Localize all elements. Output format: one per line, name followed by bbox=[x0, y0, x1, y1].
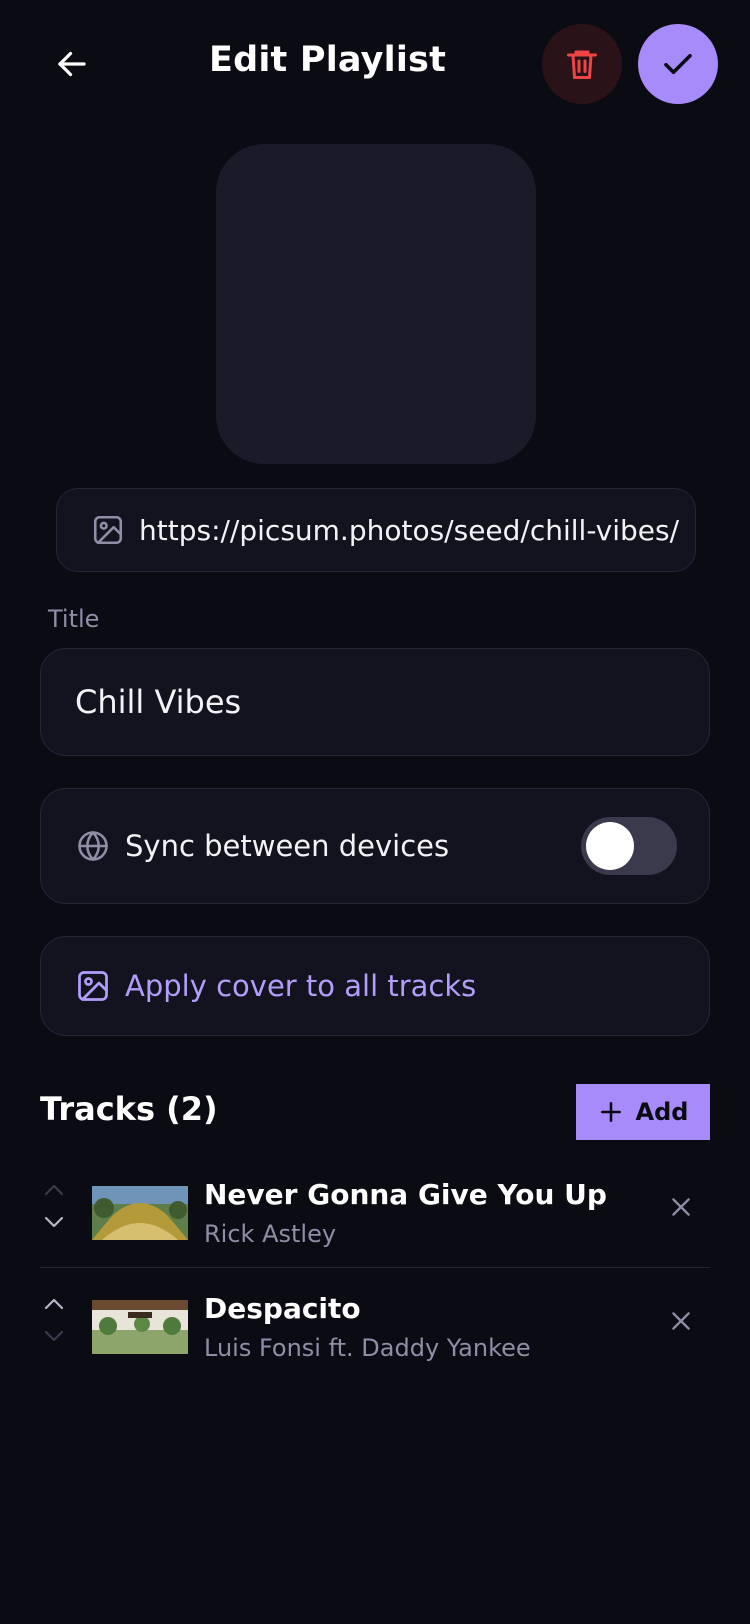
title-field[interactable] bbox=[40, 648, 710, 756]
delete-playlist-button[interactable] bbox=[542, 24, 622, 104]
track-title: Despacito bbox=[204, 1292, 361, 1325]
apply-cover-button[interactable]: Apply cover to all tracks bbox=[40, 936, 710, 1036]
sync-setting-card: Sync between devices bbox=[40, 788, 710, 904]
edit-playlist-screen: Edit Playlist Title Sync between devices bbox=[0, 0, 750, 1624]
save-button[interactable] bbox=[638, 24, 718, 104]
track-artist: Rick Astley bbox=[204, 1220, 337, 1248]
globe-icon bbox=[78, 831, 108, 861]
trash-icon bbox=[567, 50, 597, 79]
title-label: Title bbox=[48, 605, 100, 633]
toggle-knob bbox=[586, 822, 634, 870]
image-icon bbox=[93, 515, 123, 545]
add-track-label: Add bbox=[635, 1098, 689, 1126]
tracks-heading: Tracks (2) bbox=[40, 1090, 218, 1128]
image-icon bbox=[78, 971, 108, 1001]
add-track-button[interactable]: Add bbox=[576, 1084, 710, 1140]
reorder-controls bbox=[40, 1178, 68, 1242]
chevron-down-icon[interactable] bbox=[42, 1328, 66, 1344]
track-row: Despacito Luis Fonsi ft. Daddy Yankee bbox=[40, 1268, 710, 1382]
close-icon[interactable] bbox=[668, 1194, 694, 1220]
cover-url-field[interactable] bbox=[56, 488, 696, 572]
track-artist: Luis Fonsi ft. Daddy Yankee bbox=[204, 1334, 531, 1362]
cover-url-input[interactable] bbox=[139, 513, 679, 547]
plus-icon bbox=[600, 1102, 621, 1122]
track-thumbnail bbox=[92, 1300, 188, 1354]
check-icon bbox=[664, 53, 692, 75]
chevron-up-icon[interactable] bbox=[42, 1296, 66, 1312]
reorder-controls bbox=[40, 1292, 68, 1356]
close-icon[interactable] bbox=[668, 1308, 694, 1334]
chevron-up-icon[interactable] bbox=[42, 1182, 66, 1198]
chevron-down-icon[interactable] bbox=[42, 1214, 66, 1230]
playlist-cover-image[interactable] bbox=[216, 144, 536, 464]
track-row: Never Gonna Give You Up Rick Astley bbox=[40, 1154, 710, 1268]
apply-cover-label: Apply cover to all tracks bbox=[125, 969, 477, 1003]
title-input[interactable] bbox=[75, 683, 675, 721]
sync-label: Sync between devices bbox=[125, 829, 450, 863]
track-thumbnail bbox=[92, 1186, 188, 1240]
sync-toggle[interactable] bbox=[581, 817, 677, 875]
track-title: Never Gonna Give You Up bbox=[204, 1178, 607, 1211]
